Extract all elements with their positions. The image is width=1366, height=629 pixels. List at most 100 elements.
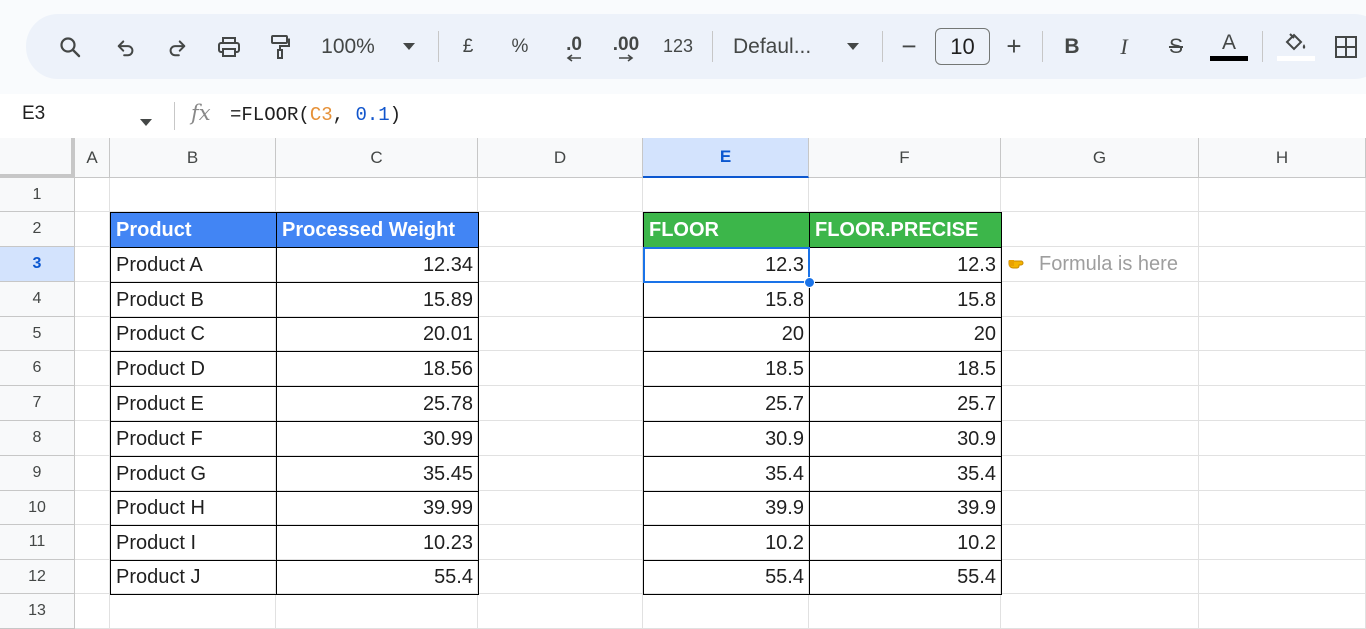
cell-g12[interactable] bbox=[1001, 560, 1199, 594]
row-header-13[interactable]: 13 bbox=[0, 594, 75, 629]
more-formats-button[interactable]: 123 bbox=[660, 14, 696, 79]
paint-format-icon[interactable] bbox=[264, 14, 296, 79]
cell-h11[interactable] bbox=[1199, 525, 1366, 560]
name-box[interactable]: E3 bbox=[22, 103, 45, 125]
products-table-cell[interactable]: 12.34 bbox=[276, 247, 479, 283]
chevron-down-icon[interactable] bbox=[842, 14, 864, 79]
cell-b1[interactable] bbox=[110, 178, 276, 212]
floor-table-cell[interactable]: 12.3 bbox=[643, 247, 810, 283]
row-header-11[interactable]: 11 bbox=[0, 525, 75, 560]
floor-table-cell[interactable]: 39.9 bbox=[809, 491, 1002, 526]
cell-g10[interactable] bbox=[1001, 491, 1199, 525]
products-table-cell[interactable]: Product J bbox=[110, 560, 277, 595]
row-header-10[interactable]: 10 bbox=[0, 491, 75, 525]
floor-table-header-0[interactable]: FLOOR bbox=[643, 212, 810, 248]
cell-h9[interactable] bbox=[1199, 456, 1366, 491]
cell-d5[interactable] bbox=[478, 317, 643, 351]
row-header-7[interactable]: 7 bbox=[0, 386, 75, 421]
cell-c13[interactable] bbox=[276, 594, 478, 629]
redo-icon[interactable] bbox=[161, 14, 193, 79]
cell-g6[interactable] bbox=[1001, 351, 1199, 386]
cell-f13[interactable] bbox=[809, 594, 1001, 629]
cell-e13[interactable] bbox=[643, 594, 809, 629]
increase-decimal-button[interactable]: .00 bbox=[606, 14, 646, 79]
cell-c1[interactable] bbox=[276, 178, 478, 212]
products-table-cell[interactable]: Product E bbox=[110, 386, 277, 422]
cell-g1[interactable] bbox=[1001, 178, 1199, 212]
cell-h6[interactable] bbox=[1199, 351, 1366, 386]
cell-g11[interactable] bbox=[1001, 525, 1199, 560]
cell-d12[interactable] bbox=[478, 560, 643, 594]
cell-a2[interactable] bbox=[75, 212, 110, 247]
floor-table-cell[interactable]: 18.5 bbox=[643, 351, 810, 387]
floor-table-cell[interactable]: 25.7 bbox=[643, 386, 810, 422]
cell-a7[interactable] bbox=[75, 386, 110, 421]
borders-icon[interactable] bbox=[1332, 14, 1360, 79]
cell-d11[interactable] bbox=[478, 525, 643, 560]
column-header-f[interactable]: F bbox=[809, 138, 1001, 178]
cell-g9[interactable] bbox=[1001, 456, 1199, 491]
products-table-cell[interactable]: 25.78 bbox=[276, 386, 479, 422]
column-header-g[interactable]: G bbox=[1001, 138, 1199, 178]
cell-a6[interactable] bbox=[75, 351, 110, 386]
cell-a12[interactable] bbox=[75, 560, 110, 594]
cell-a5[interactable] bbox=[75, 317, 110, 351]
row-header-1[interactable]: 1 bbox=[0, 178, 75, 212]
floor-table-cell[interactable]: 30.9 bbox=[643, 421, 810, 457]
floor-table-cell[interactable]: 55.4 bbox=[809, 560, 1002, 595]
cell-a3[interactable] bbox=[75, 247, 110, 282]
cell-g7[interactable] bbox=[1001, 386, 1199, 421]
cell-g4[interactable] bbox=[1001, 282, 1199, 317]
products-table-cell[interactable]: Product G bbox=[110, 456, 277, 492]
cell-h7[interactable] bbox=[1199, 386, 1366, 421]
cell-a13[interactable] bbox=[75, 594, 110, 629]
increase-font-size-button[interactable]: + bbox=[1001, 14, 1027, 79]
cell-a10[interactable] bbox=[75, 491, 110, 525]
cell-h13[interactable] bbox=[1199, 594, 1366, 629]
floor-table-cell[interactable]: 20 bbox=[809, 317, 1002, 352]
cell-h3[interactable] bbox=[1199, 247, 1366, 282]
cell-b13[interactable] bbox=[110, 594, 276, 629]
cell-h12[interactable] bbox=[1199, 560, 1366, 594]
cell-d9[interactable] bbox=[478, 456, 643, 491]
font-select[interactable]: Defaul... bbox=[733, 14, 825, 79]
cell-d4[interactable] bbox=[478, 282, 643, 317]
column-header-c[interactable]: C bbox=[276, 138, 478, 178]
fill-handle[interactable] bbox=[804, 277, 815, 288]
cell-a9[interactable] bbox=[75, 456, 110, 491]
products-table-cell[interactable]: Product I bbox=[110, 525, 277, 561]
cell-d2[interactable] bbox=[478, 212, 643, 247]
column-header-e[interactable]: E bbox=[643, 138, 809, 178]
fill-color-icon[interactable] bbox=[1276, 14, 1316, 79]
undo-icon[interactable] bbox=[110, 14, 142, 79]
strikethrough-button[interactable]: S bbox=[1163, 14, 1189, 79]
formula-input[interactable]: =FLOOR(C3, 0.1) bbox=[230, 104, 401, 126]
products-table-cell[interactable]: Product A bbox=[110, 247, 277, 283]
search-menus-icon[interactable] bbox=[54, 14, 86, 79]
cell-h8[interactable] bbox=[1199, 421, 1366, 456]
zoom-select[interactable]: 100% bbox=[314, 14, 382, 79]
products-table-cell[interactable]: Product B bbox=[110, 282, 277, 318]
products-table-cell[interactable]: 35.45 bbox=[276, 456, 479, 492]
cell-h10[interactable] bbox=[1199, 491, 1366, 525]
products-table-cell[interactable]: 18.56 bbox=[276, 351, 479, 387]
italic-button[interactable]: I bbox=[1111, 14, 1137, 79]
products-table-cell[interactable]: 39.99 bbox=[276, 491, 479, 526]
row-header-4[interactable]: 4 bbox=[0, 282, 75, 317]
column-header-b[interactable]: B bbox=[110, 138, 276, 178]
column-header-d[interactable]: D bbox=[478, 138, 643, 178]
floor-table-cell[interactable]: 30.9 bbox=[809, 421, 1002, 457]
row-header-3[interactable]: 3 bbox=[0, 247, 75, 282]
column-header-a[interactable]: A bbox=[75, 138, 110, 178]
products-table-cell[interactable]: Product F bbox=[110, 421, 277, 457]
print-icon[interactable] bbox=[213, 14, 245, 79]
cell-d3[interactable] bbox=[478, 247, 643, 282]
row-header-12[interactable]: 12 bbox=[0, 560, 75, 594]
cell-g13[interactable] bbox=[1001, 594, 1199, 629]
floor-table-cell[interactable]: 15.8 bbox=[643, 282, 810, 318]
floor-table-cell[interactable]: 10.2 bbox=[643, 525, 810, 561]
cell-d7[interactable] bbox=[478, 386, 643, 421]
products-table-header-1[interactable]: Processed Weight bbox=[276, 212, 479, 248]
cell-g5[interactable] bbox=[1001, 317, 1199, 351]
name-box-dropdown-icon[interactable] bbox=[140, 113, 152, 131]
